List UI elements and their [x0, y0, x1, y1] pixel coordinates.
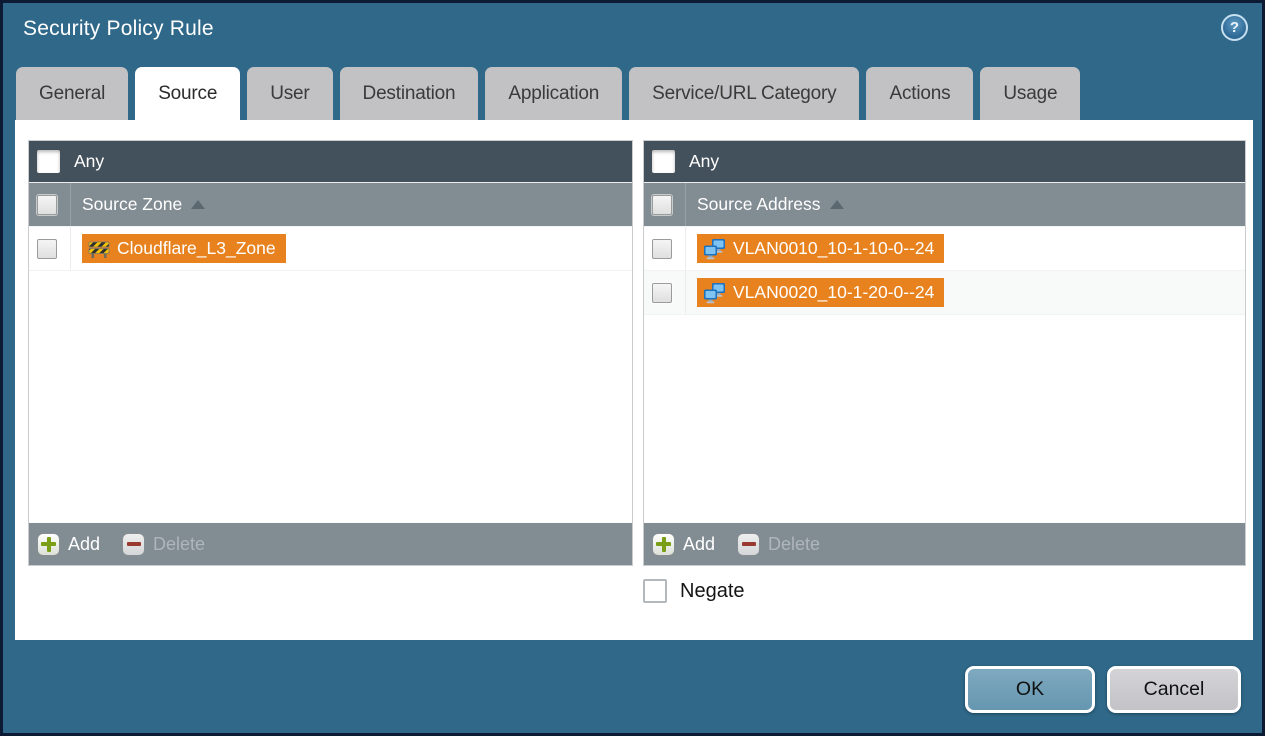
network-icon	[703, 238, 726, 260]
object-chip[interactable]: VLAN0010_10-1-10-0--24	[697, 234, 945, 263]
select-all-cell	[29, 183, 71, 226]
delete-icon	[737, 532, 761, 556]
panel-footer: Add Delete	[29, 522, 632, 565]
any-checkbox[interactable]	[37, 150, 60, 173]
help-icon[interactable]: ?	[1221, 14, 1248, 41]
any-label: Any	[689, 151, 720, 171]
tab-source[interactable]: Source	[135, 67, 241, 120]
row-checkbox[interactable]	[652, 282, 672, 303]
add-icon	[37, 532, 60, 556]
any-checkbox[interactable]	[652, 150, 675, 173]
delete-button[interactable]: Delete	[737, 532, 821, 556]
tab-application[interactable]: Application	[485, 67, 623, 120]
delete-label: Delete	[153, 533, 206, 554]
object-chip[interactable]: Cloudflare_L3_Zone	[82, 234, 286, 263]
row-checkbox[interactable]	[37, 238, 57, 259]
select-all-checkbox[interactable]	[652, 194, 672, 215]
source-address-list: VLAN0010_10-1-10-0--24 VLAN0020_10-1-20-0…	[644, 227, 1245, 522]
select-all-checkbox[interactable]	[37, 194, 57, 215]
any-label: Any	[74, 151, 105, 171]
add-button[interactable]: Add	[652, 532, 716, 556]
object-label: Cloudflare_L3_Zone	[117, 238, 276, 258]
list-item: Cloudflare_L3_Zone	[29, 227, 632, 271]
object-label: VLAN0010_10-1-10-0--24	[733, 238, 935, 258]
object-label: VLAN0020_10-1-20-0--24	[733, 282, 935, 302]
ok-button[interactable]: OK	[965, 666, 1095, 713]
column-header-row[interactable]: Source Zone	[29, 182, 632, 227]
source-zone-panel: Any Source Zone Cloudflare_L3_Zone Add D…	[28, 140, 633, 566]
delete-icon	[122, 532, 146, 556]
row-checkbox-cell	[644, 271, 686, 314]
delete-label: Delete	[768, 533, 821, 554]
dialog-title: Security Policy Rule	[23, 17, 214, 40]
tab-usage[interactable]: Usage	[980, 67, 1081, 120]
tab-content-pane: Any Source Zone Cloudflare_L3_Zone Add D…	[15, 120, 1253, 640]
list-item: VLAN0010_10-1-10-0--24	[644, 227, 1245, 271]
column-header-label: Source Zone	[82, 194, 183, 214]
negate-row: Negate	[643, 579, 745, 603]
column-header-row[interactable]: Source Address	[644, 182, 1245, 227]
source-address-panel: Any Source Address VLAN0010_10-1-10-0--2…	[643, 140, 1246, 566]
any-header-row: Any	[29, 141, 632, 182]
delete-button[interactable]: Delete	[122, 532, 206, 556]
select-all-cell	[644, 183, 686, 226]
panel-footer: Add Delete	[644, 522, 1245, 565]
list-item: VLAN0020_10-1-20-0--24	[644, 271, 1245, 315]
add-button[interactable]: Add	[37, 532, 101, 556]
network-icon	[703, 282, 726, 304]
tab-user[interactable]: User	[247, 67, 333, 120]
negate-checkbox[interactable]	[643, 579, 667, 603]
row-checkbox[interactable]	[652, 238, 672, 259]
any-header-row: Any	[644, 141, 1245, 182]
add-label: Add	[683, 533, 716, 554]
tab-general[interactable]: General	[16, 67, 129, 120]
tab-bar: General Source User Destination Application S…	[16, 67, 1249, 120]
zone-icon	[88, 239, 110, 259]
add-label: Add	[68, 533, 101, 554]
object-chip[interactable]: VLAN0020_10-1-20-0--24	[697, 278, 945, 307]
tab-actions[interactable]: Actions	[866, 67, 974, 120]
sort-asc-icon	[191, 200, 206, 209]
cancel-button[interactable]: Cancel	[1107, 666, 1241, 713]
tab-service-url-category[interactable]: Service/URL Category	[629, 67, 860, 120]
tab-destination[interactable]: Destination	[339, 67, 479, 120]
security-policy-rule-dialog: Security Policy Rule ? General Source User…	[0, 0, 1265, 736]
negate-label: Negate	[680, 579, 745, 602]
row-checkbox-cell	[29, 227, 71, 270]
sort-asc-icon	[829, 200, 844, 209]
column-header-label: Source Address	[697, 194, 821, 214]
row-checkbox-cell	[644, 227, 686, 270]
add-icon	[652, 532, 675, 556]
source-zone-list: Cloudflare_L3_Zone	[29, 227, 632, 522]
